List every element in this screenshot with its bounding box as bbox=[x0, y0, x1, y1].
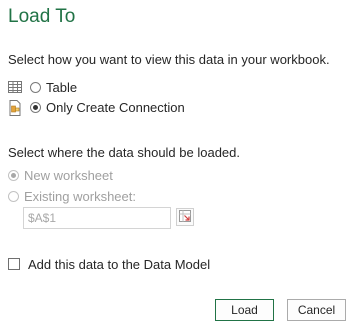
data-model-option[interactable]: Add this data to the Data Model bbox=[8, 255, 210, 273]
connection-option-label: Only Create Connection bbox=[46, 99, 185, 115]
connection-radio[interactable] bbox=[30, 101, 41, 113]
view-option-connection[interactable]: Only Create Connection bbox=[8, 98, 185, 116]
table-option-label: Table bbox=[46, 79, 78, 95]
existing-worksheet-label: Existing worksheet: bbox=[24, 188, 136, 204]
new-worksheet-radio[interactable] bbox=[8, 169, 19, 181]
cell-reference-field[interactable]: $A$1 bbox=[23, 207, 171, 229]
table-radio[interactable] bbox=[30, 81, 41, 93]
location-option-new-worksheet[interactable]: New worksheet bbox=[8, 166, 113, 184]
connection-icon bbox=[8, 100, 22, 116]
view-option-table[interactable]: Table bbox=[8, 78, 77, 96]
existing-worksheet-radio[interactable] bbox=[8, 190, 19, 202]
range-select-button[interactable] bbox=[176, 208, 194, 226]
view-prompt: Select how you want to view this data in… bbox=[8, 52, 330, 67]
cancel-button[interactable]: Cancel bbox=[287, 299, 346, 321]
range-select-icon bbox=[179, 209, 191, 225]
new-worksheet-label: New worksheet bbox=[24, 167, 113, 183]
dialog-title: Load To bbox=[8, 6, 76, 27]
location-prompt: Select where the data should be loaded. bbox=[8, 145, 241, 160]
data-model-checkbox[interactable] bbox=[8, 258, 20, 270]
location-option-existing-worksheet[interactable]: Existing worksheet: bbox=[8, 187, 136, 205]
load-button[interactable]: Load bbox=[215, 299, 274, 321]
table-icon bbox=[8, 80, 22, 94]
data-model-label: Add this data to the Data Model bbox=[28, 256, 211, 272]
